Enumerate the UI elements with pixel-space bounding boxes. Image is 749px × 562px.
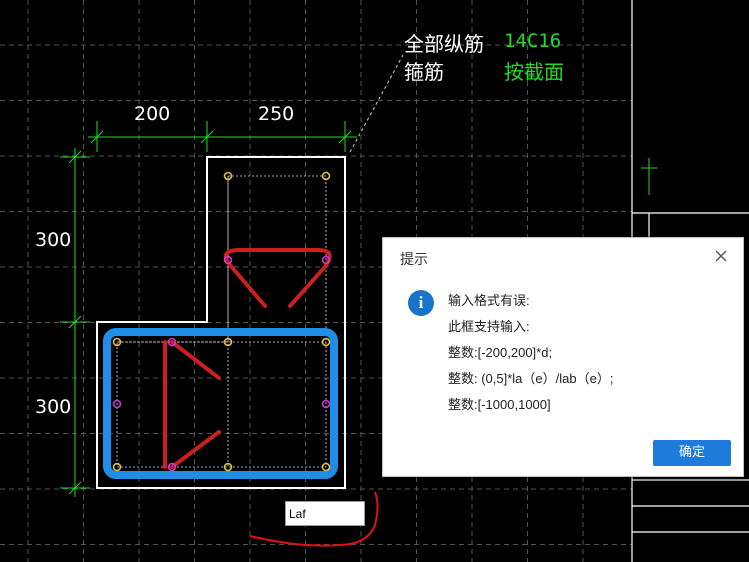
dim-top-right: 250 [258,103,295,125]
ok-button[interactable]: 确定 [653,440,731,466]
cad-inline-input[interactable]: Laf [285,501,365,526]
stirrup-value: 按截面 [504,60,564,84]
info-icon: i [408,290,434,316]
outer-stirrup[interactable] [103,328,338,479]
message-dialog: 提示 i 输入格式有误: 此框支持输入: 整数:[-200,200]*d; 整数… [382,237,744,477]
stirrup-label: 箍筋 [404,60,444,84]
right-edge-marker [641,158,657,195]
dialog-message-line: 整数: (0,5]*la（e）/lab（e）; [448,371,614,386]
close-icon[interactable] [713,248,729,264]
all-longitudinal-label: 全部纵筋 [404,32,484,56]
dialog-message-line: 输入格式有误: [448,293,530,308]
dim-left-lower: 300 [35,396,72,418]
dialog-message-line: 整数:[-200,200]*d; [448,345,553,360]
dialog-message-line: 整数:[-1000,1000] [448,397,551,412]
leader-line [349,54,404,153]
dialog-title: 提示 [400,252,428,268]
dim-top-left: 200 [134,103,171,125]
dim-left-upper: 300 [35,229,72,251]
dialog-message-line: 此框支持输入: [448,319,530,334]
all-longitudinal-value: 14C16 [504,30,562,52]
